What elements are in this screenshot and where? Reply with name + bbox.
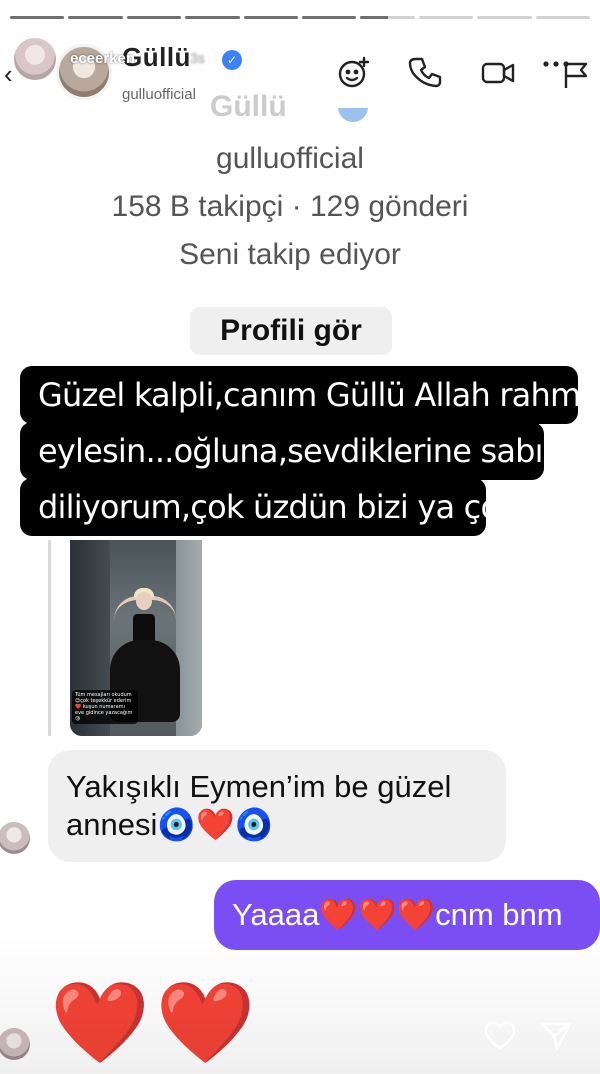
caption-line: eylesin...oğluna,sevdiklerine sabır [20,422,556,480]
profile-verified-icon [338,108,368,122]
effects-face-icon[interactable] [334,52,374,92]
story-time: 3s [190,50,205,66]
flag-icon[interactable] [556,52,596,92]
progress-segment [10,16,65,19]
thumbnail-overlay-text: Tüm mesajları okudum😊çok teşekkür ederim… [72,690,138,724]
view-profile-button[interactable]: Profili gör [190,307,392,355]
verified-badge-icon: ✓ [222,50,242,70]
progress-fill [68,16,123,19]
progress-fill [243,16,299,19]
caption-line: diliyorum,çok üzdün bizi ya çok [20,478,518,536]
progress-fill [126,16,182,19]
reply-indicator [48,540,51,736]
heart-reaction: ❤️❤️ [50,976,262,1069]
outgoing-message[interactable]: Yaaaa❤️❤️❤️cnm bnm [214,880,600,950]
progress-segment [302,16,357,19]
progress-fill [185,16,240,19]
progress-fill [10,16,65,19]
phone-icon[interactable] [406,52,446,92]
thumbnail-figure [136,592,152,610]
incoming-message[interactable]: Yakışıklı Eymen’im be güzel annesi🧿❤️🧿 [48,750,506,862]
progress-fill [302,16,357,19]
progress-segment [126,16,182,19]
profile-handle: gulluofficial [216,142,364,175]
follow-status: Seni takip ediyor [179,238,401,271]
profile-stats: 158 B takipçi · 129 gönderi [111,190,469,223]
progress-segment [477,16,532,19]
progress-segment [68,16,123,19]
sender-avatar[interactable] [0,822,30,854]
story-caption: Güzel kalpli,canım Güllü Allah rahmet ey… [20,366,600,538]
progress-segment [243,16,299,19]
chat-handle: gulluofficial [122,86,196,103]
sender-avatar[interactable] [0,1028,30,1060]
story-header: ‹ Güllü ✓ gulluofficial eceerken 3s [0,36,600,116]
profile-name: Güllü [210,90,287,120]
heart-outline-icon[interactable] [480,1016,520,1056]
progress-segment [185,16,240,19]
replied-story-thumbnail[interactable]: Tüm mesajları okudum😊çok teşekkür ederim… [70,540,202,736]
story-author-avatar[interactable] [12,36,58,82]
progress-segment [418,16,474,19]
progress-segment [535,16,591,19]
paper-plane-icon[interactable] [536,1016,576,1056]
story-author-name[interactable]: eceerken [70,50,135,67]
progress-segment [360,16,415,19]
video-camera-icon[interactable] [478,52,518,92]
progress-fill [360,16,388,19]
caption-line: Güzel kalpli,canım Güllü Allah rahmet [20,366,600,424]
story-progress [10,16,591,19]
